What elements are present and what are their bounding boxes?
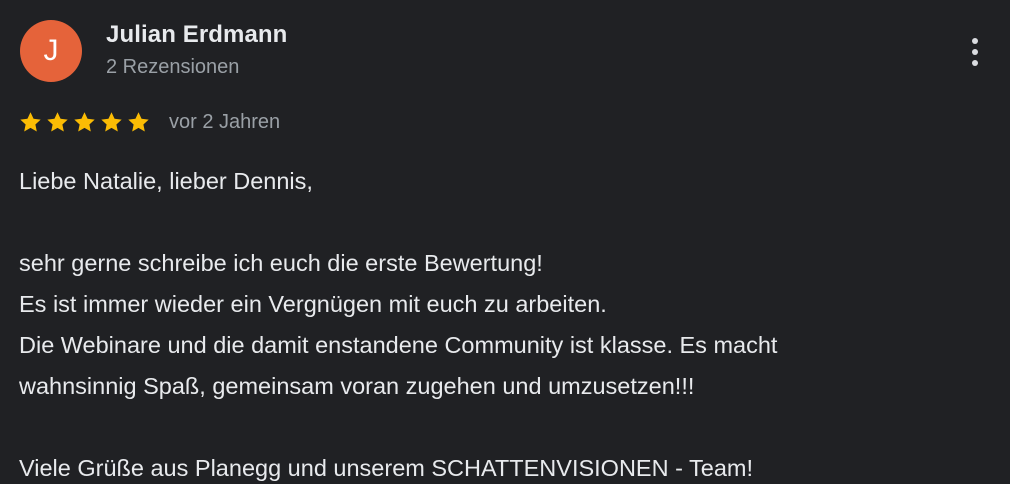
review-text-line: Es ist immer wieder ein Vergnügen mit eu…: [19, 291, 607, 317]
review-count[interactable]: 2 Rezensionen: [106, 56, 239, 79]
more-vertical-icon-dot: [972, 49, 978, 55]
star-icon: [99, 110, 124, 135]
star-icon: [126, 110, 151, 135]
star-icon: [72, 110, 97, 135]
review-card: J Julian Erdmann 2 Rezensionen vor 2 Jah…: [0, 0, 1010, 484]
review-text-line: Liebe Natalie, lieber Dennis,: [19, 168, 313, 194]
review-text: Liebe Natalie, lieber Dennis, sehr gerne …: [19, 161, 979, 484]
review-text-line: sehr gerne schreibe ich euch die erste B…: [19, 250, 543, 276]
review-date: vor 2 Jahren: [169, 110, 281, 133]
more-vertical-icon-dot: [972, 60, 978, 66]
star-rating: [18, 110, 151, 135]
review-text-line: Die Webinare und die damit enstandene Co…: [19, 332, 778, 358]
star-icon: [45, 110, 70, 135]
author-name[interactable]: Julian Erdmann: [106, 21, 287, 49]
rating-row: vor 2 Jahren: [18, 108, 280, 136]
star-icon: [18, 110, 43, 135]
review-text-line: [19, 407, 979, 448]
avatar-initial: J: [43, 34, 59, 67]
more-options-button[interactable]: [960, 30, 990, 74]
review-text-line: [19, 202, 979, 243]
review-text-line: wahnsinnig Spaß, gemeinsam voran zugehen…: [19, 373, 695, 399]
more-vertical-icon: [972, 38, 978, 44]
avatar[interactable]: J: [20, 20, 82, 82]
review-text-line: Viele Grüße aus Planegg und unserem SCHA…: [19, 455, 754, 481]
